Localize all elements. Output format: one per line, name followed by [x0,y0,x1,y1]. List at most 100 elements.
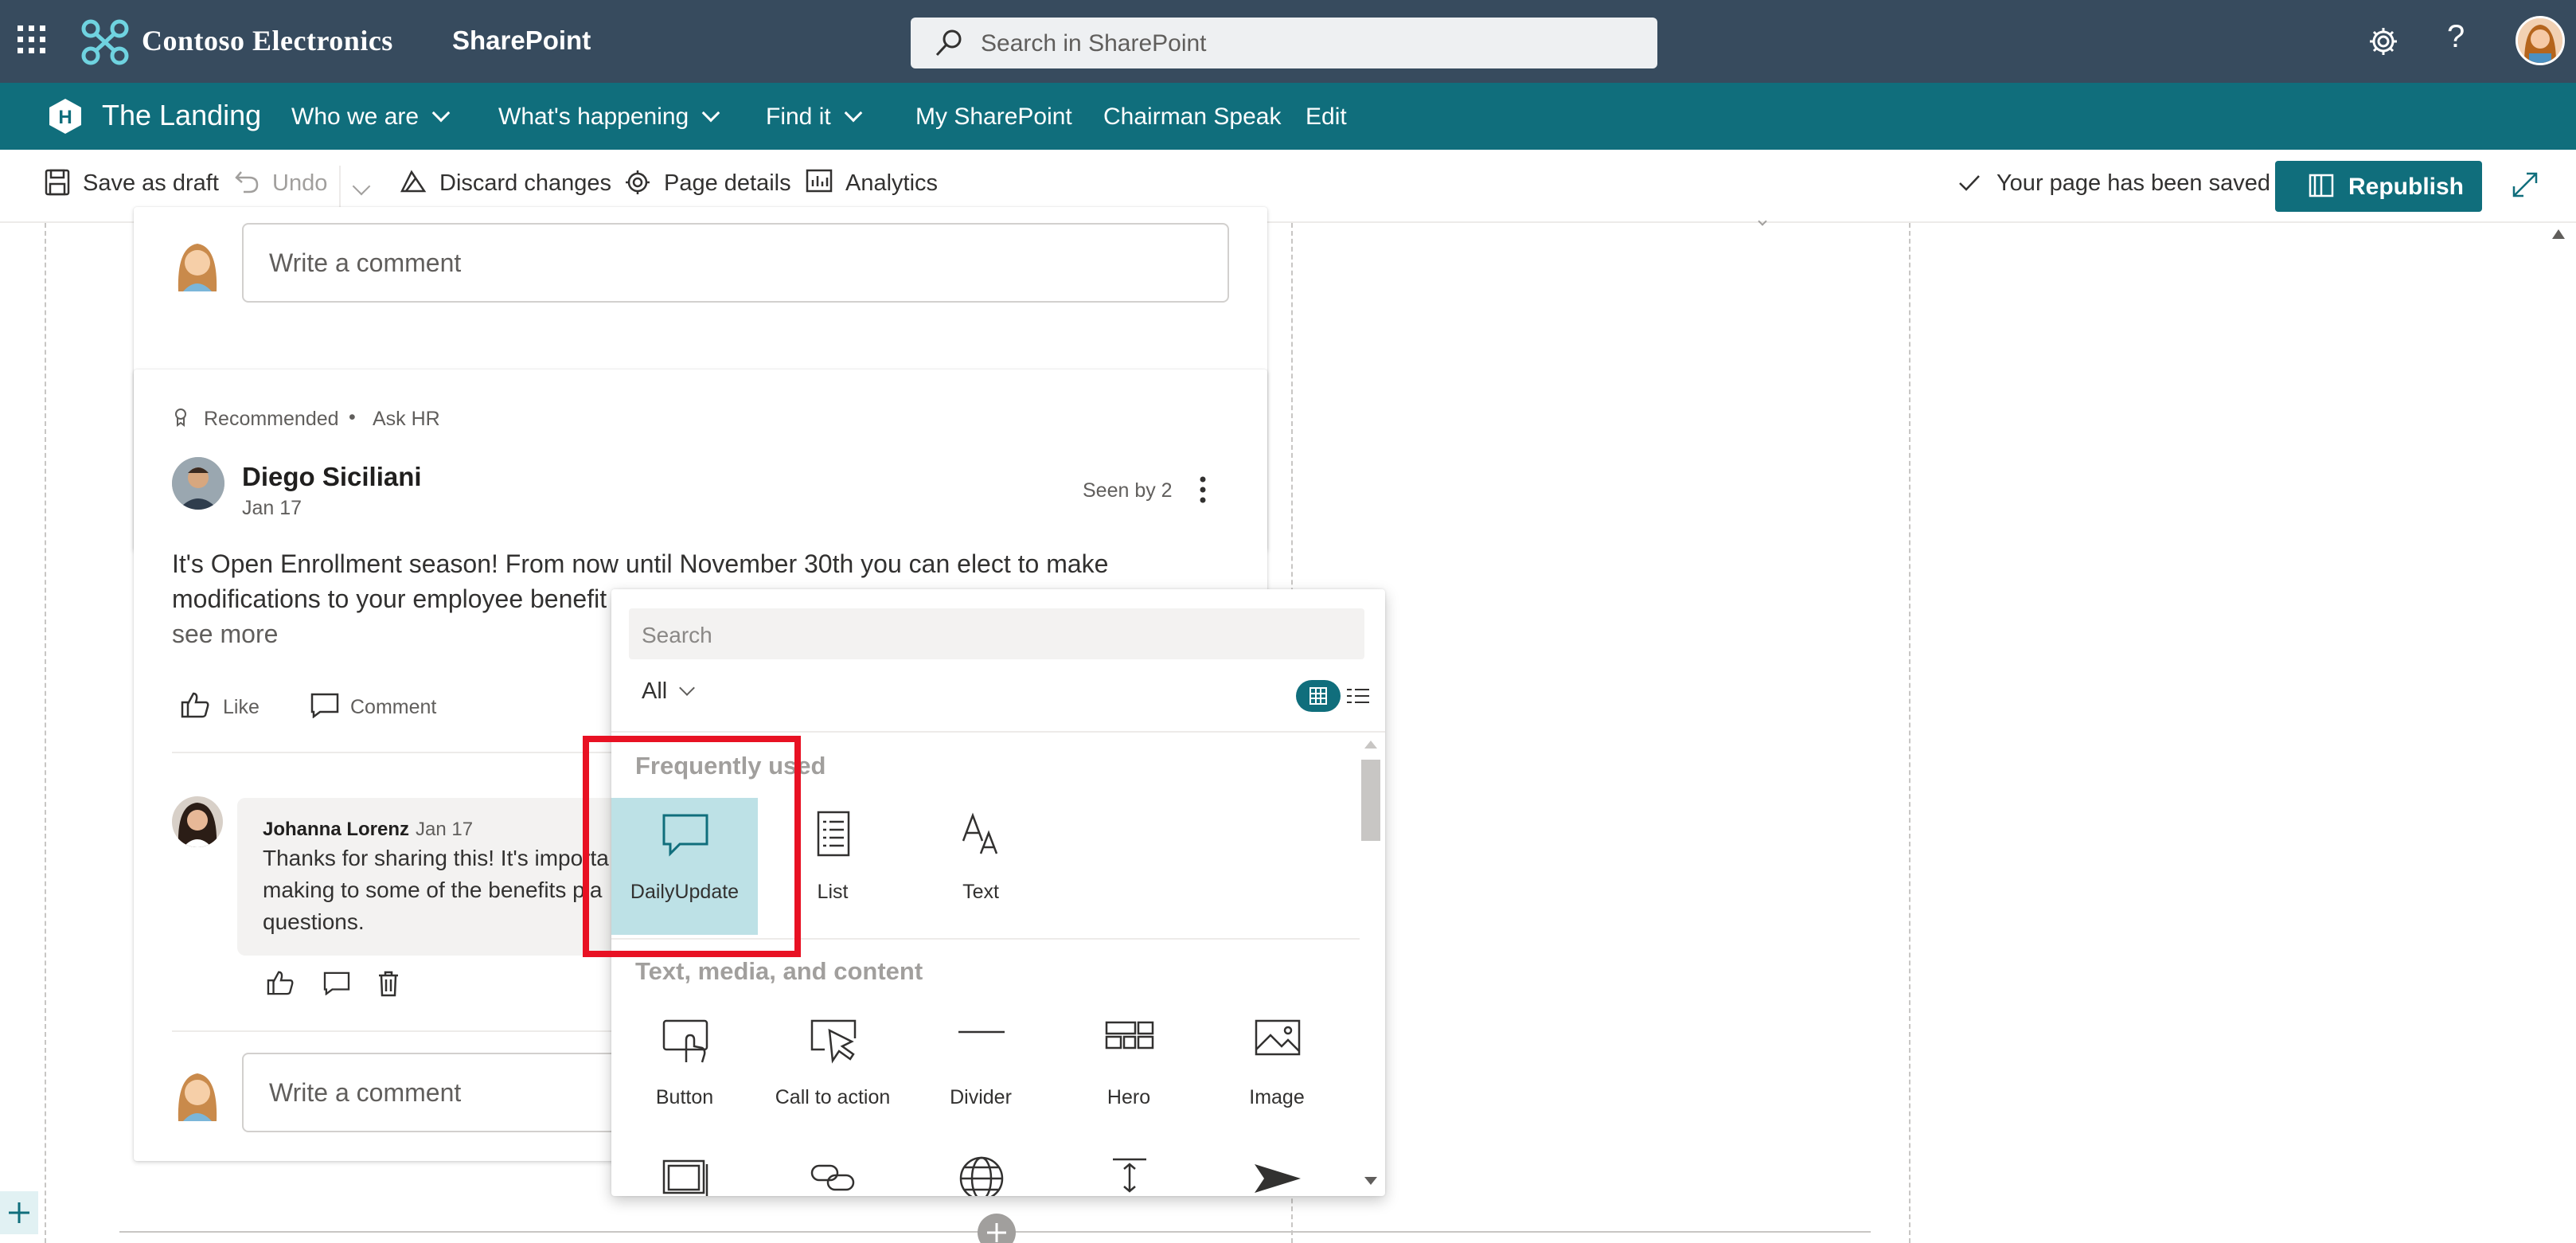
nav-find-it[interactable]: Find it [766,104,863,131]
toolbox-search-placeholder: Search [642,623,712,647]
comment-button[interactable]: Comment [350,696,436,719]
svg-text:H: H [58,107,72,128]
highlight-box [583,736,801,957]
tool-label: Call to action [775,1086,891,1108]
current-user-avatar-bottom [174,1065,221,1121]
nav-label: Who we are [291,104,420,130]
expand-icon[interactable] [2511,170,2539,199]
site-name[interactable]: The Landing [102,99,261,132]
undo-button[interactable]: Undo [272,170,327,197]
checkmark-icon [1958,174,1981,193]
add-webpart-plus-button[interactable] [978,1214,1016,1243]
more-options-icon[interactable] [1199,476,1207,503]
tool-hero[interactable]: Hero [1056,1003,1202,1140]
global-search-box[interactable]: Search in SharePoint [911,18,1657,68]
help-icon[interactable]: ? [2447,19,2465,55]
save-as-draft-button[interactable]: Save as draft [83,170,219,197]
reply-delete-trash-icon[interactable] [377,970,400,997]
stream-icon[interactable] [1253,1159,1302,1196]
undo-dropdown-chevron-icon[interactable] [352,177,371,196]
command-separator [339,166,341,207]
section-text-media: Text, media, and content [635,957,923,985]
nav-edit[interactable]: Edit [1306,104,1347,131]
republish-button[interactable]: Republish [2275,161,2482,212]
image-gallery-icon[interactable] [661,1156,710,1196]
reply-date: Jan 17 [416,819,474,840]
page-details-button[interactable]: Page details [664,170,791,197]
account-avatar[interactable] [2516,16,2565,65]
post-date: Jan 17 [242,497,302,519]
author-avatar[interactable] [172,457,224,510]
embed-globe-icon[interactable] [957,1155,1006,1196]
chevron-down-icon [701,104,720,123]
like-thumb-icon [180,691,210,718]
current-user-avatar [174,236,221,291]
section-boundary-right [1909,223,1911,1243]
comment-input-top[interactable]: Write a comment [242,223,1229,303]
suite-bar: Contoso Electronics SharePoint Search in… [0,0,2576,83]
app-launcher-waffle-icon[interactable] [18,25,46,54]
reply-text-line-2: making to some of the benefits pla [263,878,603,902]
undo-icon [234,169,260,194]
reply-author-avatar[interactable] [172,796,223,847]
link-icon[interactable] [809,1159,858,1196]
tool-label: Hero [1107,1086,1151,1108]
divider-icon [957,1014,1006,1064]
tool-button[interactable]: Button [611,1003,758,1140]
org-name[interactable]: Contoso Electronics [142,24,393,57]
post-text-line-2: modifications to your employee benefit [172,584,607,613]
toolbox-search-input[interactable]: Search [629,608,1364,659]
recommended-ribbon-icon [174,408,188,427]
page-details-gear-icon [624,169,651,196]
like-button[interactable]: Like [223,696,260,719]
toolbox-header-divider [611,731,1385,733]
tool-label: Image [1249,1086,1305,1108]
republish-book-icon [2309,174,2334,197]
tool-call-to-action[interactable]: Call to action [759,1003,906,1140]
nav-chairman-speak[interactable]: Chairman Speak [1103,104,1281,131]
reply-comment-icon[interactable] [323,971,350,995]
spacer-icon[interactable] [1105,1156,1154,1196]
reply-text-line-1: Thanks for sharing this! It's importa [263,846,609,870]
view-toggle[interactable] [1296,678,1372,713]
save-disk-icon [45,169,70,196]
seen-by[interactable]: Seen by 2 [1083,479,1173,502]
scroll-up-arrow-icon[interactable] [1364,741,1377,749]
nav-my-sharepoint[interactable]: My SharePoint [915,104,1072,131]
nav-who-we-are[interactable]: Who we are [291,104,451,131]
search-icon [935,29,963,57]
discard-changes-button[interactable]: Discard changes [439,170,611,197]
recommended-tag: Recommended [204,408,339,430]
app-name[interactable]: SharePoint [452,25,591,56]
scroll-down-arrow-icon[interactable] [1364,1177,1377,1185]
post-author[interactable]: Diego Siciliani [242,462,422,492]
toolbox-filter-dropdown[interactable]: All [642,678,696,705]
tool-image[interactable]: Image [1204,1003,1350,1140]
nav-whats-happening[interactable]: What's happening [498,104,720,131]
reply-author[interactable]: Johanna Lorenz [263,819,409,841]
republish-label: Republish [2348,174,2465,200]
settings-gear-icon[interactable] [2367,25,2399,57]
chevron-down-icon [431,104,451,123]
contoso-logo-icon[interactable] [80,18,131,67]
tool-divider[interactable]: Divider [907,1003,1054,1140]
filter-value: All [642,678,668,704]
chevron-down-icon [679,680,696,696]
analytics-chart-icon [806,169,833,193]
hub-navigation: H The Landing Who we are What's happenin… [0,83,2576,150]
add-section-button[interactable] [0,1191,38,1234]
comment-bubble-icon [310,693,339,718]
section-boundary-left [45,223,46,1243]
tool-label: Text [962,881,999,903]
tool-text[interactable]: Text [907,798,1054,935]
analytics-button[interactable]: Analytics [845,170,938,197]
reply-like-icon[interactable] [266,970,295,995]
comment-placeholder: Write a comment [269,248,462,277]
tool-label: Divider [950,1086,1012,1108]
see-more-link[interactable]: see more [172,616,278,651]
community-link[interactable]: Ask HR [373,408,440,431]
hub-logo-icon[interactable]: H [46,97,84,135]
save-status-text: Your page has been saved [1996,170,2270,196]
toolbox-scroll-thumb[interactable] [1361,760,1380,841]
scroll-up-arrow-icon[interactable] [2552,229,2565,239]
